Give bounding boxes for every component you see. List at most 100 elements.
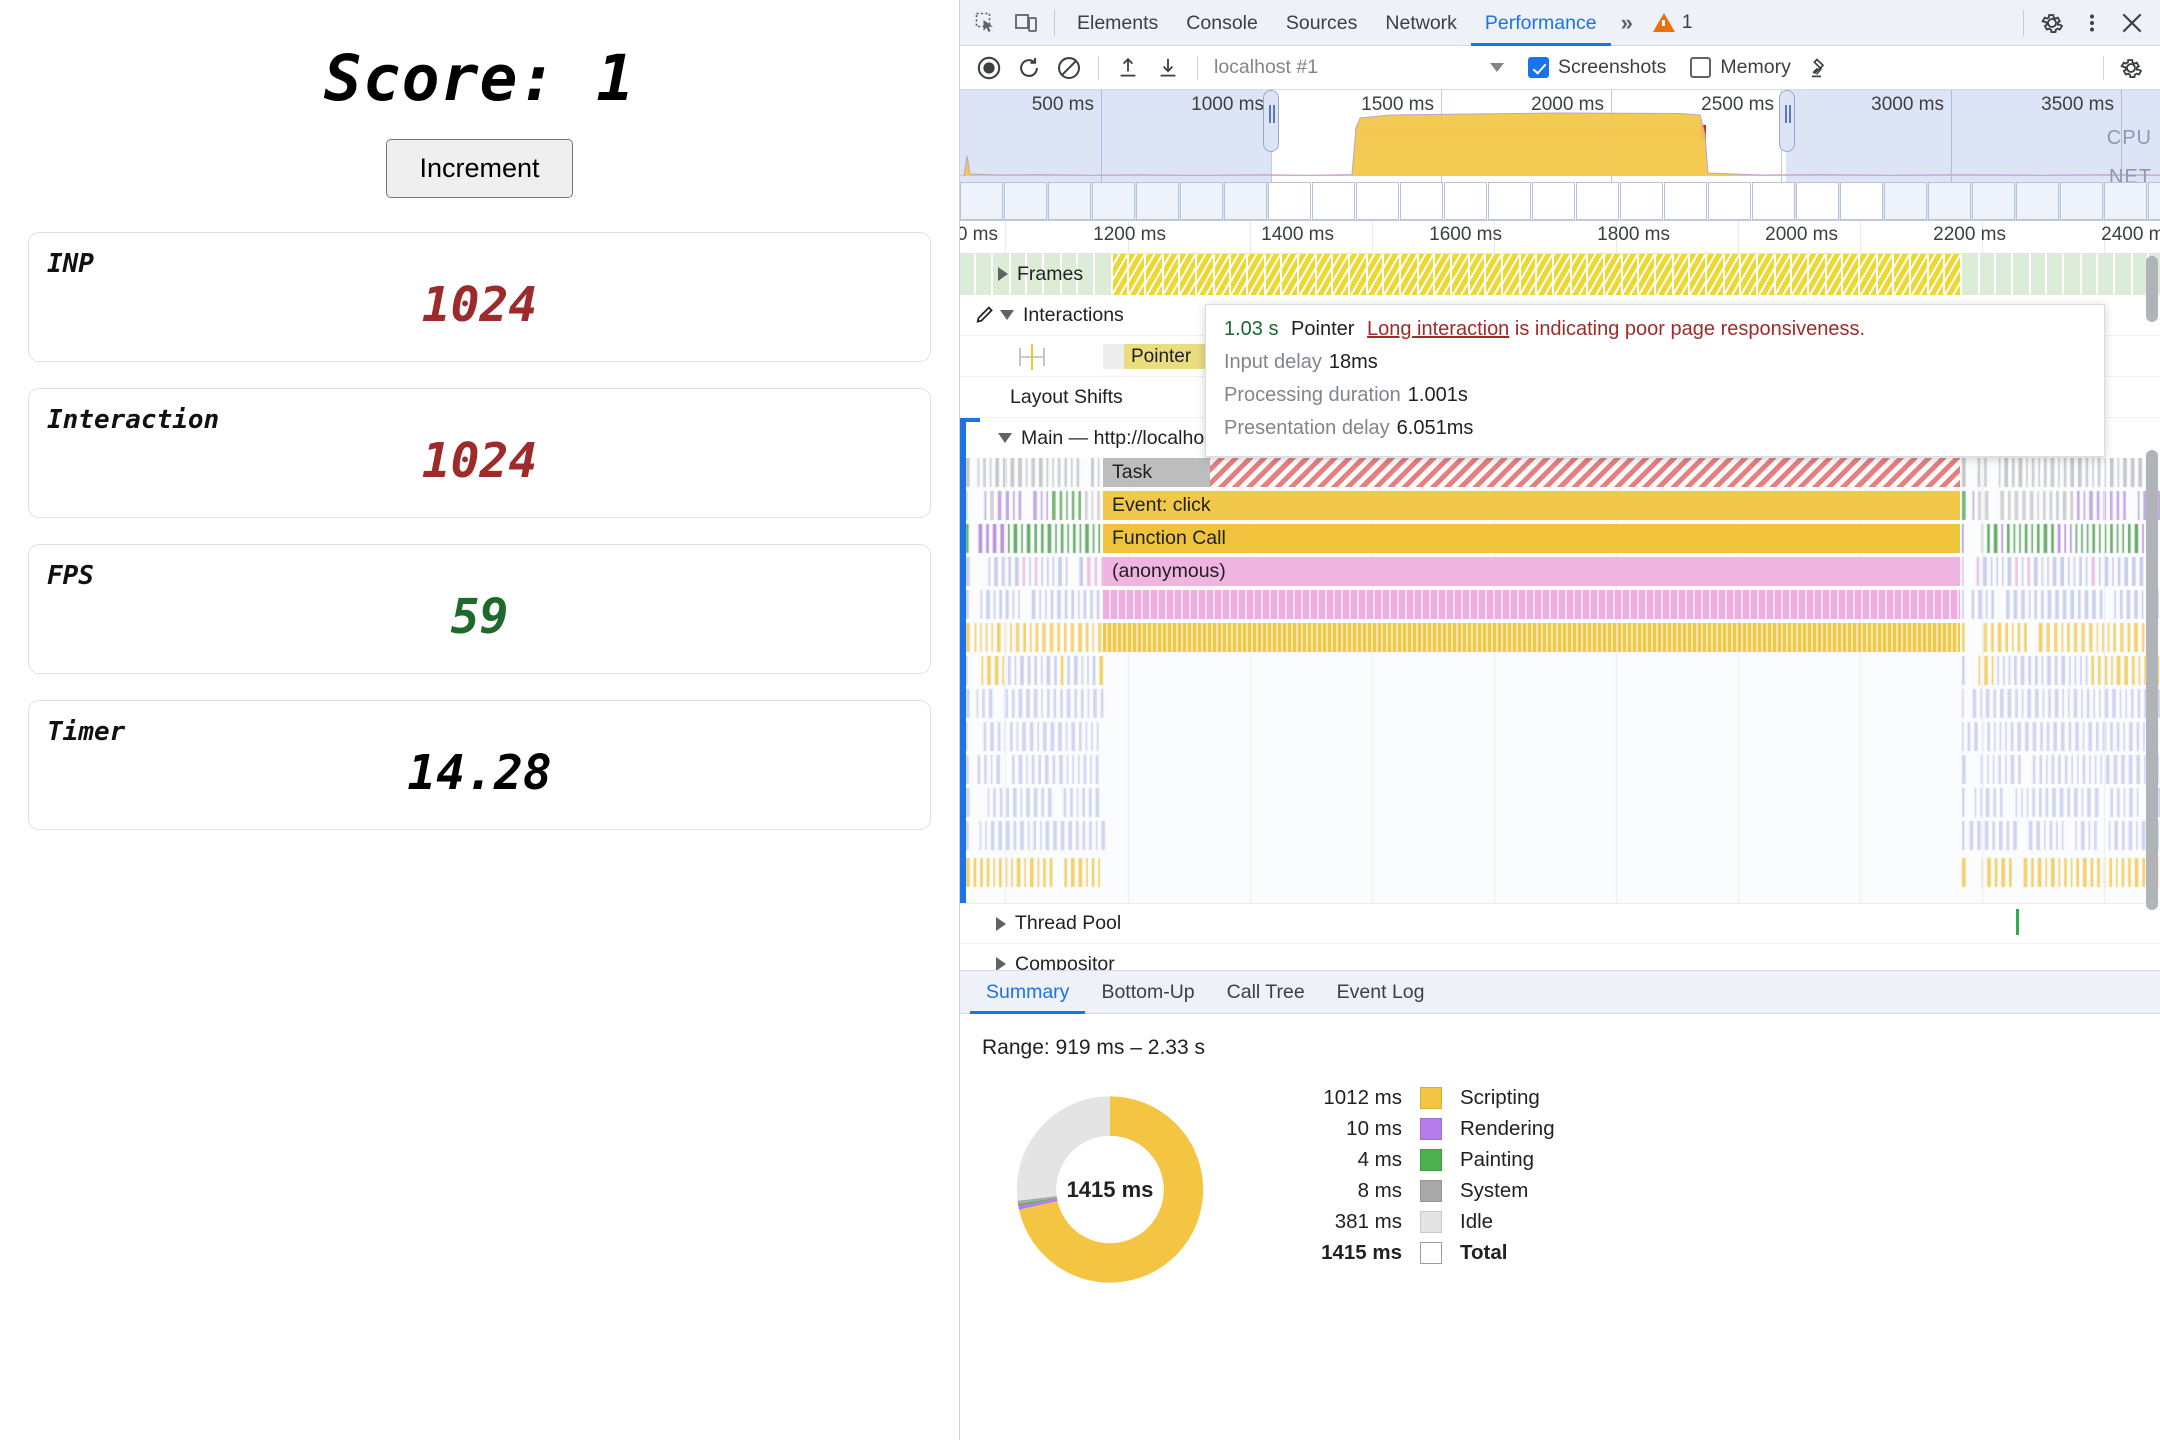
frame-block[interactable] [1605, 254, 1621, 295]
frame-block[interactable] [2031, 254, 2045, 295]
legend-row-painting[interactable]: 4 ms Painting [1284, 1144, 1555, 1175]
frame-block[interactable] [1962, 254, 1978, 295]
flame-bar-event-click[interactable]: Event: click [1103, 491, 1960, 520]
frame-block[interactable] [1860, 254, 1876, 295]
screenshots-checkbox[interactable]: Screenshots [1528, 56, 1666, 79]
frame-block[interactable] [2047, 254, 2062, 295]
tab-console[interactable]: Console [1172, 0, 1272, 46]
legend-row-rendering[interactable]: 10 ms Rendering [1284, 1113, 1555, 1144]
tab-sources[interactable]: Sources [1272, 0, 1372, 46]
legend-row-idle[interactable]: 381 ms Idle [1284, 1206, 1555, 1237]
frame-block[interactable] [1146, 254, 1162, 295]
frame-block[interactable] [1929, 254, 1943, 295]
frame-block[interactable] [1282, 254, 1297, 295]
frame-block[interactable] [1333, 254, 1348, 295]
frame-block[interactable] [2133, 254, 2147, 295]
frame-block[interactable] [1588, 254, 1603, 295]
capture-settings-gear-icon[interactable] [2112, 49, 2150, 87]
frame-block[interactable] [1401, 254, 1417, 295]
tab-summary[interactable]: Summary [970, 970, 1085, 1014]
frame-block[interactable] [1945, 254, 1960, 295]
frame-block[interactable] [1486, 254, 1501, 295]
track-title-layout-shifts[interactable]: Layout Shifts [960, 377, 1135, 417]
timeline-overview[interactable]: CPU NET 500 ms 1000 ms 1500 ms 2000 ms 2… [960, 90, 2160, 221]
frame-block[interactable] [1809, 254, 1825, 295]
frame-block[interactable] [1197, 254, 1213, 295]
frame-block[interactable] [1690, 254, 1705, 295]
frame-block[interactable] [1113, 254, 1127, 295]
pencil-icon[interactable] [974, 304, 996, 326]
gear-icon[interactable] [2032, 3, 2072, 43]
frame-block[interactable] [2098, 254, 2113, 295]
reload-and-record-button[interactable] [1010, 49, 1048, 87]
warning-badge[interactable]: 1 [1643, 12, 1703, 34]
frame-block[interactable] [1674, 254, 1688, 295]
frame-block[interactable] [1350, 254, 1366, 295]
memory-checkbox[interactable]: Memory [1690, 56, 1791, 79]
frame-block[interactable] [1843, 254, 1858, 295]
tooltip-warning-link[interactable]: Long interaction [1367, 318, 1509, 340]
flame-bar-row-5[interactable] [1103, 590, 1960, 619]
clear-button[interactable] [1050, 49, 1088, 87]
frame-block[interactable] [1725, 254, 1739, 295]
frame-block[interactable] [1537, 254, 1552, 295]
tab-elements[interactable]: Elements [1063, 0, 1172, 46]
frame-block[interactable] [1792, 254, 1807, 295]
frame-block[interactable] [1435, 254, 1450, 295]
profile-selector[interactable]: localhost #1 [1214, 56, 1504, 79]
frame-block[interactable] [1266, 254, 1280, 295]
more-tabs-icon[interactable]: » [1611, 10, 1643, 36]
legend-row-scripting[interactable]: 1012 ms Scripting [1284, 1082, 1555, 1113]
frame-block[interactable] [1707, 254, 1723, 295]
flame-scrollbar-top[interactable] [2146, 256, 2158, 322]
flame-scrollbar[interactable] [2146, 450, 2158, 910]
main-flame-body[interactable]: Task Event: click Function Call (anonymo… [960, 458, 2160, 903]
tab-call-tree[interactable]: Call Tree [1211, 970, 1321, 1014]
frame-block[interactable] [1503, 254, 1519, 295]
frame-block[interactable] [1623, 254, 1637, 295]
load-profile-icon[interactable] [1109, 49, 1147, 87]
frame-block[interactable] [1384, 254, 1399, 295]
frame-block[interactable] [1758, 254, 1774, 295]
frame-block[interactable] [2115, 254, 2131, 295]
frame-block[interactable] [1248, 254, 1264, 295]
track-frames[interactable]: Frames [960, 254, 2160, 295]
frame-block[interactable] [1215, 254, 1229, 295]
frame-block[interactable] [1129, 254, 1144, 295]
inspect-element-icon[interactable] [966, 3, 1006, 43]
tab-network[interactable]: Network [1371, 0, 1471, 46]
frame-block[interactable] [1741, 254, 1756, 295]
track-title-interactions[interactable]: Interactions [960, 295, 1136, 335]
kebab-menu-icon[interactable] [2072, 3, 2112, 43]
tab-event-log[interactable]: Event Log [1321, 970, 1441, 1014]
close-icon[interactable] [2112, 3, 2152, 43]
record-button[interactable] [970, 49, 1008, 87]
save-profile-icon[interactable] [1149, 49, 1187, 87]
frame-block[interactable] [1776, 254, 1790, 295]
frame-block[interactable] [2082, 254, 2096, 295]
frame-block[interactable] [1827, 254, 1841, 295]
frame-block[interactable] [1554, 254, 1570, 295]
frame-block[interactable] [1180, 254, 1195, 295]
frame-block[interactable] [1639, 254, 1654, 295]
frame-block[interactable] [1996, 254, 2011, 295]
frame-block[interactable] [1164, 254, 1178, 295]
track-title-frames[interactable]: Frames [960, 254, 1095, 294]
frame-block[interactable] [1980, 254, 1994, 295]
frame-block[interactable] [1299, 254, 1315, 295]
track-compositor[interactable]: Compositor [960, 944, 2160, 970]
overview-window-handle-left[interactable] [1263, 90, 1279, 152]
frame-block[interactable] [1521, 254, 1535, 295]
frame-block[interactable] [1878, 254, 1892, 295]
frame-block[interactable] [1368, 254, 1382, 295]
frame-block[interactable] [1095, 254, 1111, 295]
frame-block[interactable] [2013, 254, 2029, 295]
frame-block[interactable] [1452, 254, 1468, 295]
frame-block[interactable] [1656, 254, 1672, 295]
track-title-compositor[interactable]: Compositor [960, 944, 1127, 970]
overview-window-handle-right[interactable] [1779, 90, 1795, 152]
frame-block[interactable] [1231, 254, 1246, 295]
frame-block[interactable] [1572, 254, 1586, 295]
legend-row-system[interactable]: 8 ms System [1284, 1175, 1555, 1206]
track-title-thread-pool[interactable]: Thread Pool [960, 904, 1134, 943]
